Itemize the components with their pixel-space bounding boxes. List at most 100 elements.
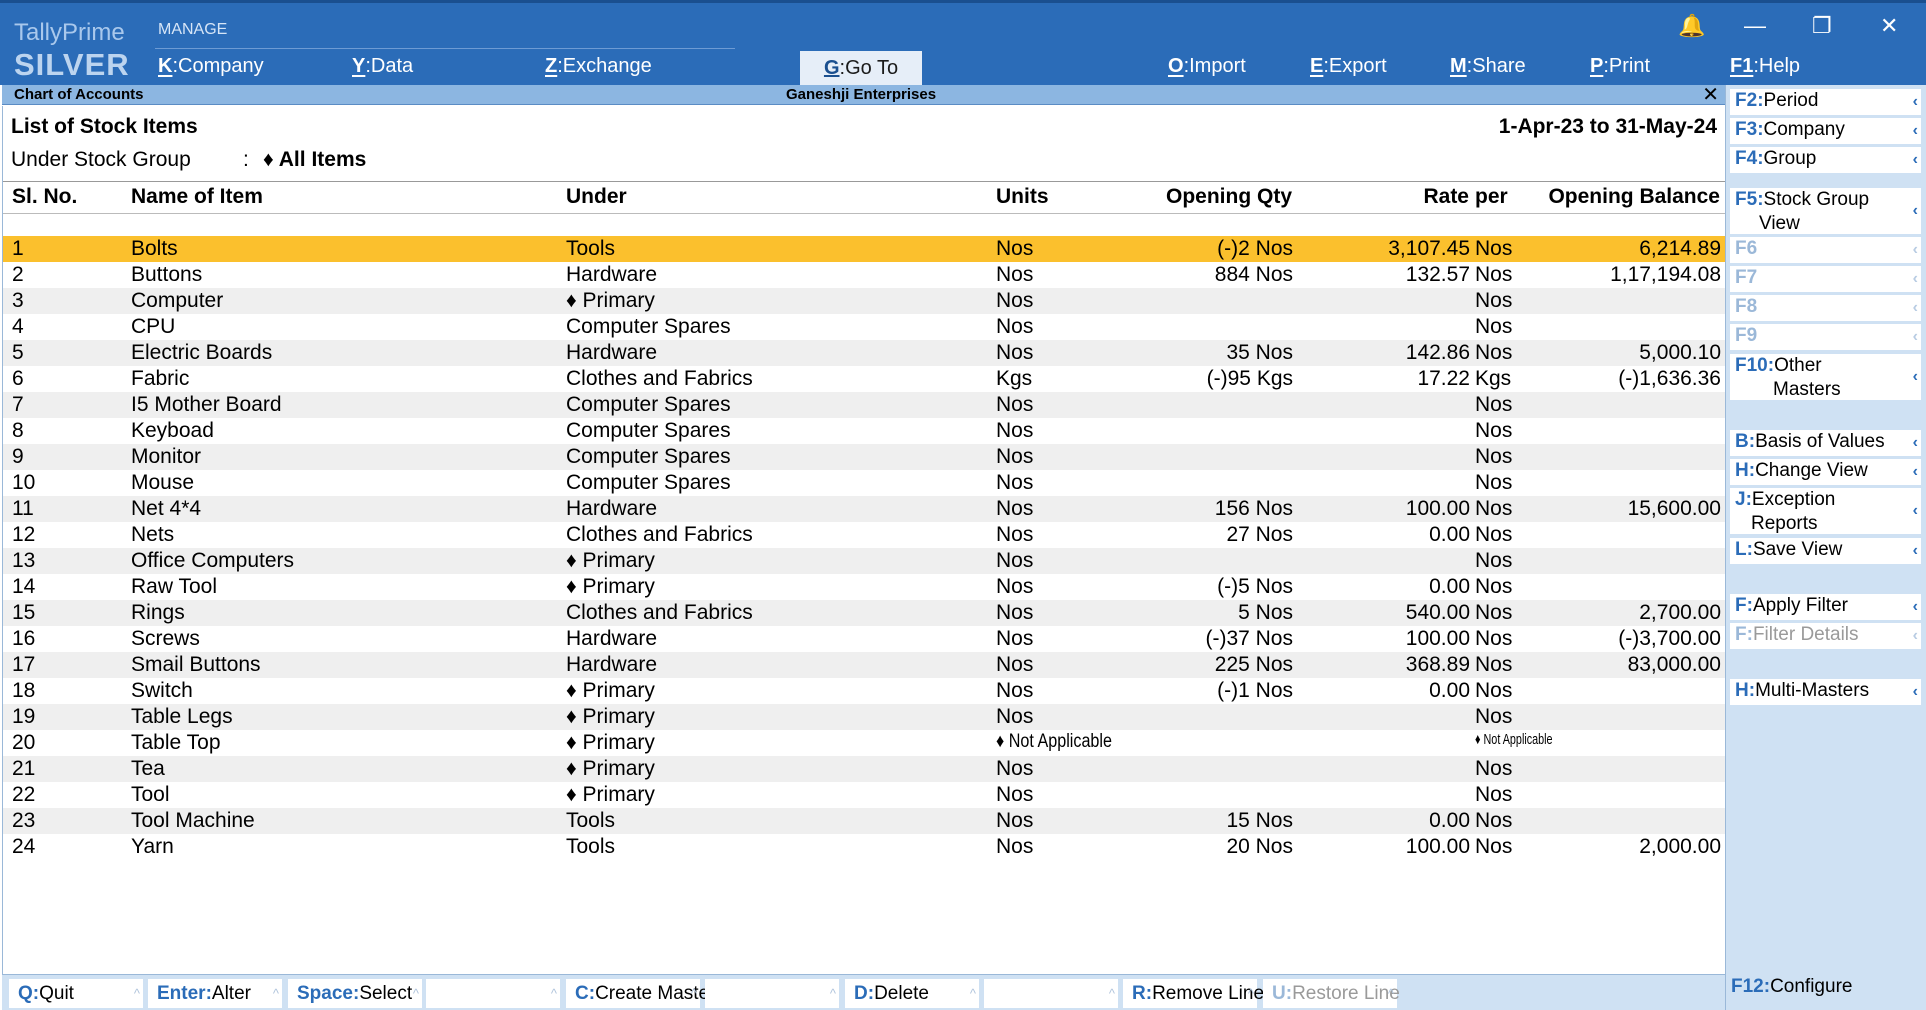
table-row[interactable]: 16 Screws Hardware Nos (-)37 Nos 100.00 Nos (-)…: [3, 626, 1726, 652]
bottom-button-blank[interactable]: ^: [426, 979, 560, 1008]
shortcut-key: J: [1735, 489, 1746, 510]
menu-import[interactable]: O:Import: [1168, 55, 1246, 78]
col-header-name: Name of Item: [131, 185, 263, 208]
table-row[interactable]: 18 Switch ♦ Primary Nos (-)1 Nos 0.00 Nos: [3, 678, 1726, 704]
bottom-button-restore-line[interactable]: U:Restore Line ^: [1263, 979, 1400, 1008]
panel-button-blank-f9[interactable]: F9 ‹: [1730, 324, 1921, 350]
table-row[interactable]: 3 Computer ♦ Primary Nos Nos: [3, 288, 1726, 314]
table-row[interactable]: 19 Table Legs ♦ Primary Nos Nos: [3, 704, 1726, 730]
table-row[interactable]: 8 Keyboad Computer Spares Nos Nos: [3, 418, 1726, 444]
panel-button-label: Save View: [1752, 539, 1843, 560]
shortcut-key: F9: [1735, 325, 1758, 346]
col-header-units: Units: [996, 185, 1049, 208]
panel-button-filter-details[interactable]: F:Filter Details ‹: [1730, 623, 1921, 649]
cell-opening-balance: 1,17,194.08: [1610, 263, 1721, 286]
cell-under: ♦ Primary: [566, 783, 655, 806]
panel-button-blank-f6[interactable]: F6 ‹: [1730, 237, 1921, 263]
menu-data[interactable]: Y:Data: [352, 55, 413, 78]
table-row[interactable]: 5 Electric Boards Hardware Nos 35 Nos 142.86 N…: [3, 340, 1726, 366]
caret-up-icon: ^: [1387, 986, 1394, 1001]
table-row[interactable]: 10 Mouse Computer Spares Nos Nos: [3, 470, 1726, 496]
table-row[interactable]: 9 Monitor Computer Spares Nos Nos: [3, 444, 1726, 470]
panel-button-exception[interactable]: J:Exception Reports ‹: [1730, 488, 1921, 534]
bottom-button-blank[interactable]: ^: [705, 979, 839, 1008]
table-row[interactable]: 4 CPU Computer Spares Nos Nos: [3, 314, 1726, 340]
table-row[interactable]: 1 Bolts Tools Nos (-)2 Nos 3,107.45 Nos 6,214.8…: [3, 236, 1726, 262]
menu-print[interactable]: P:Print: [1590, 55, 1650, 78]
panel-button-group[interactable]: F4:Group ‹: [1730, 147, 1921, 173]
panel-button-configure[interactable]: F12:Configure: [1726, 972, 1926, 1002]
panel-button-blank-f8[interactable]: F8 ‹: [1730, 295, 1921, 321]
close-screen-icon[interactable]: ✕: [1702, 82, 1719, 107]
table-row[interactable]: 22 Tool ♦ Primary Nos Nos: [3, 782, 1726, 808]
menu-company[interactable]: K:Company: [158, 55, 264, 78]
restore-icon[interactable]: ❐: [1812, 13, 1832, 39]
bottom-button-delete[interactable]: D:Delete ^: [845, 979, 979, 1008]
table-row[interactable]: 23 Tool Machine Tools Nos 15 Nos 0.00 Nos: [3, 808, 1726, 834]
shortcut-key: F: [1735, 624, 1747, 645]
menu-export[interactable]: E:Export: [1310, 55, 1387, 78]
shortcut-key: Enter: [157, 983, 206, 1004]
table-row[interactable]: 14 Raw Tool ♦ Primary Nos (-)5 Nos 0.00 Nos: [3, 574, 1726, 600]
cell-rate: 540.00: [1405, 601, 1470, 624]
table-row[interactable]: 7 I5 Mother Board Computer Spares Nos Nos: [3, 392, 1726, 418]
panel-button-other[interactable]: F10:Other Masters ‹: [1730, 354, 1921, 400]
panel-button-label: Basis of Values: [1755, 431, 1885, 452]
shortcut-key: Space: [297, 983, 353, 1004]
panel-button-stock-group[interactable]: F5:Stock Group View ‹: [1730, 188, 1921, 234]
bell-icon[interactable]: 🔔: [1678, 13, 1705, 39]
bottom-button-remove-line[interactable]: R:Remove Line ^: [1123, 979, 1264, 1008]
cell-opening-balance: 6,214.89: [1639, 237, 1721, 260]
table-row[interactable]: 2 Buttons Hardware Nos 884 Nos 132.57 Nos 1,17,…: [3, 262, 1726, 288]
menu-share[interactable]: M:Share: [1450, 55, 1526, 78]
table-row[interactable]: 21 Tea ♦ Primary Nos Nos: [3, 756, 1726, 782]
group-value: ♦ All Items: [263, 148, 367, 171]
cell-per: Nos: [1475, 835, 1513, 858]
table-row[interactable]: 24 Yarn Tools Nos 20 Nos 100.00 Nos 2,000.00: [3, 834, 1726, 860]
shortcut-key: L: [1735, 539, 1747, 560]
bottom-button-select[interactable]: Space:Select ^: [288, 979, 422, 1008]
cell-under: Hardware: [566, 627, 658, 650]
cell-units: Nos: [996, 471, 1034, 494]
cell-name: Bolts: [131, 237, 178, 260]
cell-opening-qty: 15 Nos: [1226, 809, 1293, 832]
bottom-button-blank[interactable]: ^: [984, 979, 1118, 1008]
chevron-left-icon: ‹: [1912, 93, 1918, 110]
cell-slno: 6: [12, 367, 24, 390]
cell-opening-qty: 156 Nos: [1214, 497, 1293, 520]
table-row[interactable]: 15 Rings Clothes and Fabrics Nos 5 Nos 540.00…: [3, 600, 1726, 626]
panel-button-basis-of-values[interactable]: B:Basis of Values ‹: [1730, 430, 1921, 456]
table-row[interactable]: 20 Table Top ♦ Primary ♦ Not Applicable ♦ No…: [3, 730, 1726, 756]
column-header-divider: [3, 213, 1726, 214]
menu-exchange[interactable]: Z:Exchange: [545, 55, 652, 78]
cell-units: Nos: [996, 393, 1034, 416]
panel-button-change-view[interactable]: H:Change View ‹: [1730, 459, 1921, 485]
caret-up-icon: ^: [1108, 986, 1115, 1001]
cell-slno: 14: [12, 575, 36, 598]
table-row[interactable]: 12 Nets Clothes and Fabrics Nos 27 Nos 0.00 No…: [3, 522, 1726, 548]
table-row[interactable]: 13 Office Computers ♦ Primary Nos Nos: [3, 548, 1726, 574]
panel-button-apply-filter[interactable]: F:Apply Filter ‹: [1730, 594, 1921, 620]
panel-button-company[interactable]: F3:Company ‹: [1730, 118, 1921, 144]
minimize-icon[interactable]: —: [1744, 13, 1766, 39]
close-icon[interactable]: ✕: [1880, 13, 1898, 39]
bottom-button-quit[interactable]: Q:Quit ^: [9, 979, 143, 1008]
cell-rate: 100.00: [1405, 497, 1470, 520]
cell-slno: 23: [12, 809, 36, 832]
panel-button-blank-f7[interactable]: F7 ‹: [1730, 266, 1921, 292]
cell-slno: 12: [12, 523, 36, 546]
table-row[interactable]: 6 Fabric Clothes and Fabrics Kgs (-)95 Kgs 17…: [3, 366, 1726, 392]
cell-opening-qty: (-)1 Nos: [1217, 679, 1293, 702]
panel-button-label: Period: [1763, 90, 1819, 111]
cell-per: Nos: [1475, 809, 1513, 832]
bottom-button-create-master[interactable]: C:Create Master ^: [566, 979, 715, 1008]
panel-button-save-view[interactable]: L:Save View ‹: [1730, 538, 1921, 564]
panel-button-period[interactable]: F2:Period ‹: [1730, 89, 1921, 115]
menu-goto[interactable]: G:Go To: [800, 51, 922, 85]
panel-button-multi-masters[interactable]: H:Multi-Masters ‹: [1730, 679, 1921, 705]
menu-help[interactable]: F1:Help: [1730, 55, 1800, 78]
table-row[interactable]: 11 Net 4*4 Hardware Nos 156 Nos 100.00 Nos 15,6…: [3, 496, 1726, 522]
cell-opening-balance: (-)3,700.00: [1618, 627, 1721, 650]
bottom-button-alter[interactable]: Enter:Alter ^: [148, 979, 282, 1008]
table-row[interactable]: 17 Smail Buttons Hardware Nos 225 Nos 368.89 N…: [3, 652, 1726, 678]
